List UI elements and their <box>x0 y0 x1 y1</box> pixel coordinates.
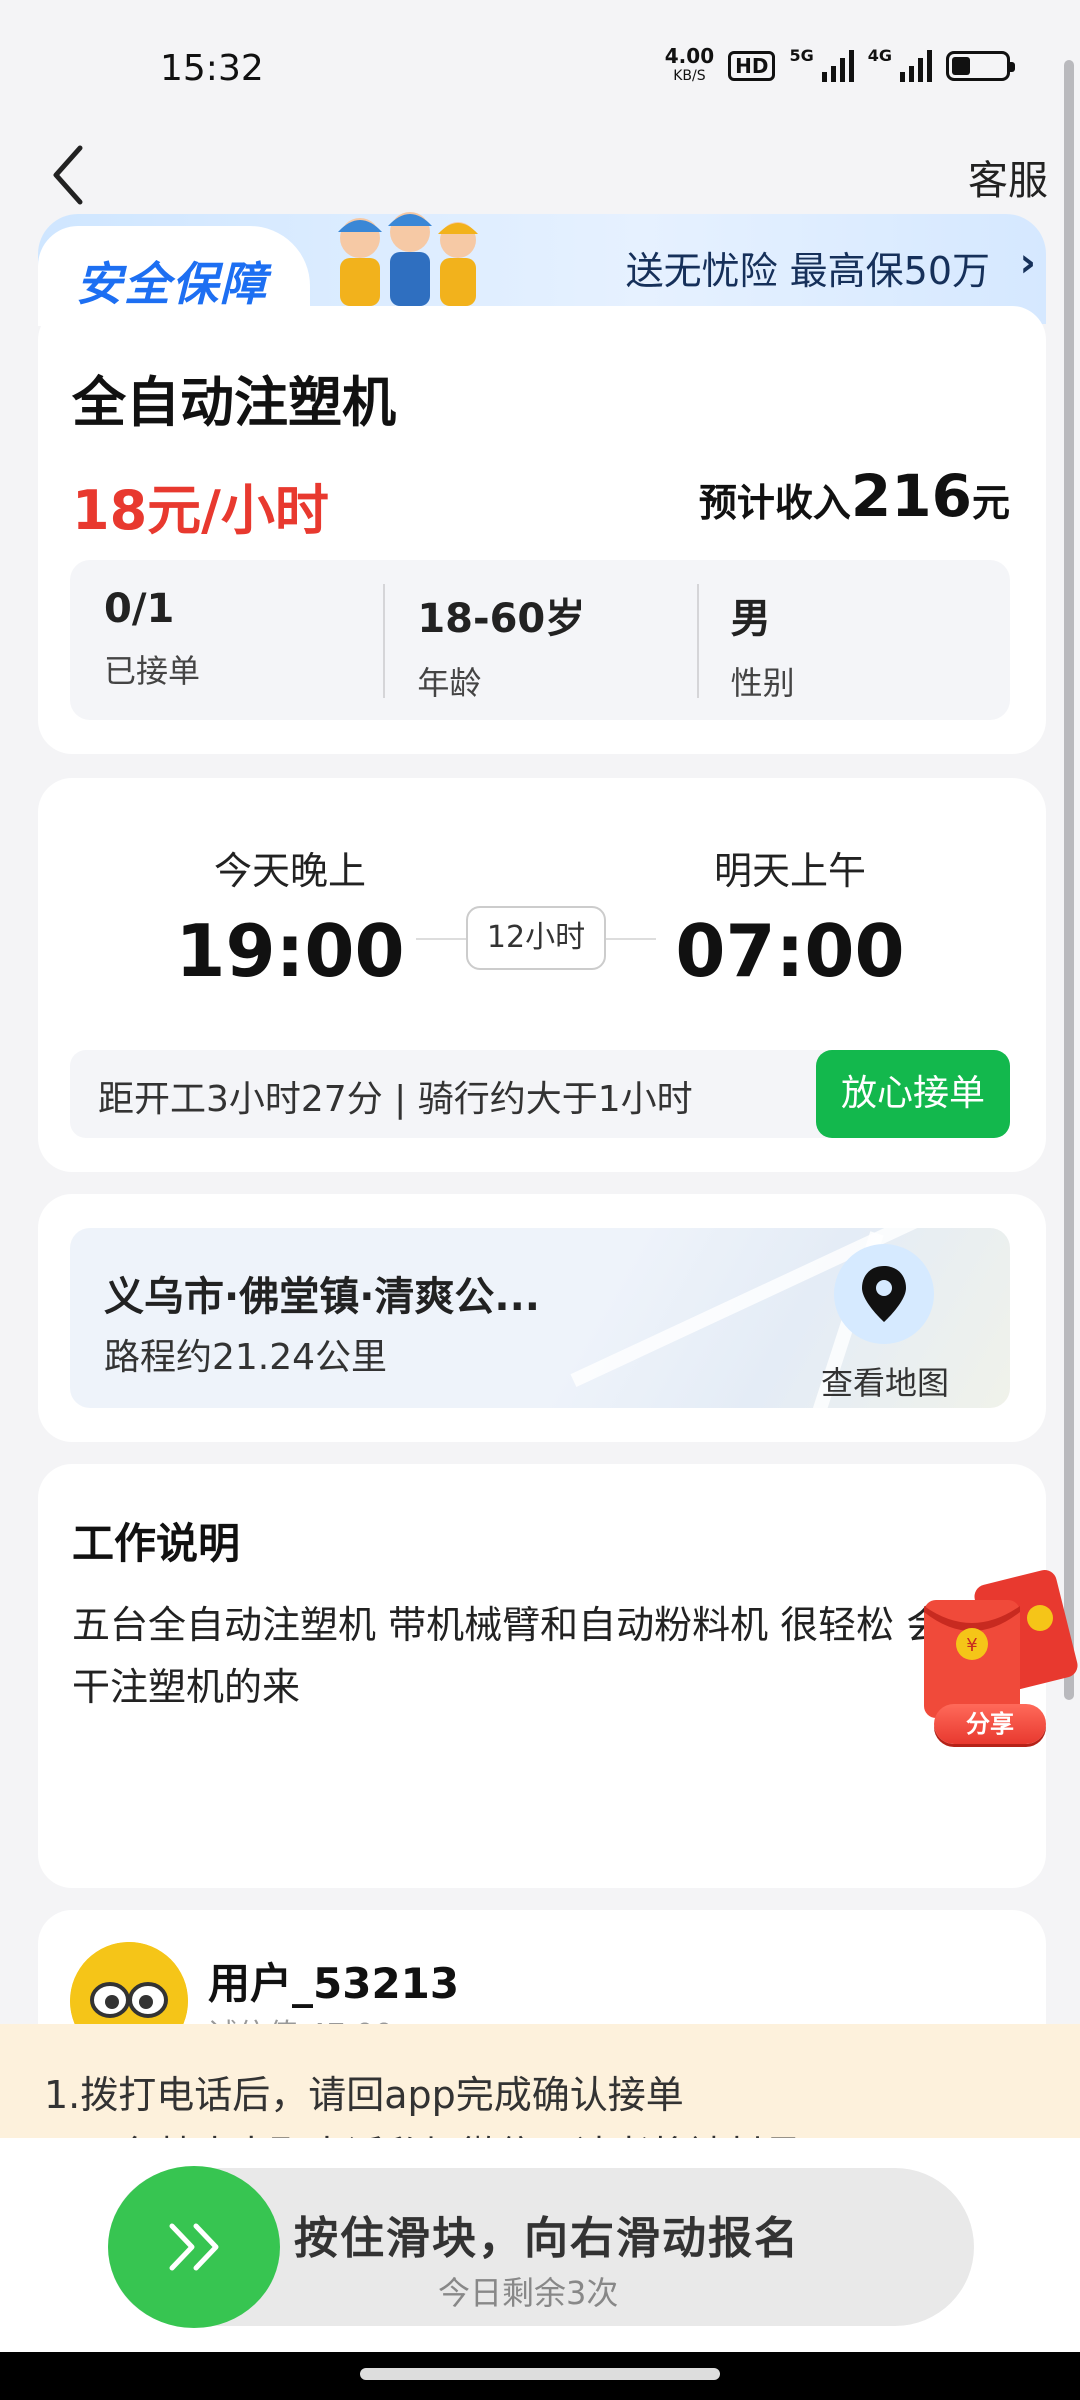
start-label: 今天晚上 <box>213 849 366 893</box>
work-address: 义乌市·佛堂镇·清爽公... <box>104 1274 540 1320</box>
distance-info: 距开工3小时27分 | 骑行约大于1小时 <box>98 1079 693 1120</box>
share-red-packet-button[interactable]: ¥ 分享 <box>914 1566 1080 1756</box>
notice-line: 2.平台禁止索取电话私加微信，请者将被封号 <box>44 2124 802 2138</box>
status-icons: 4.00 KB/S HD 5G 4G <box>664 44 1015 86</box>
estimated-income: 预计收入216元 <box>698 462 1010 530</box>
stat-age: 18-60岁 年龄 <box>383 560 696 720</box>
route-distance: 路程约21.24公里 <box>104 1337 388 1378</box>
duration-badge: 12小时 <box>466 906 606 970</box>
status-time: 15:32 <box>160 48 264 89</box>
network-4g-label: 4G <box>867 46 892 65</box>
hourly-wage: 18元/小时 <box>72 479 329 542</box>
signup-slider[interactable]: 按住滑块，向右滑动报名 今日剩余3次 <box>108 2166 974 2328</box>
stat-orders: 0/1 已接单 <box>104 586 201 690</box>
back-arrow-icon[interactable] <box>44 140 104 210</box>
system-nav-bar <box>0 2352 1080 2400</box>
section-title: 工作说明 <box>72 1519 241 1568</box>
location-pin-icon[interactable] <box>834 1244 934 1344</box>
view-map-button[interactable]: 查看地图 <box>788 1358 982 1404</box>
insurance-text[interactable]: 送无忧险 最高保50万 <box>626 240 990 295</box>
status-bar: 15:32 4.00 KB/S HD 5G 4G <box>0 0 1080 140</box>
home-indicator[interactable] <box>360 2368 720 2380</box>
network-5g-label: 5G <box>789 46 814 65</box>
customer-service-button[interactable]: 客服 <box>968 148 1048 206</box>
slider-subtitle: 今日剩余3次 <box>438 2274 619 2312</box>
signal-icon <box>821 50 854 82</box>
distance-bar: 距开工3小时27分 | 骑行约大于1小时 放心接单 <box>70 1050 1010 1138</box>
accept-order-button[interactable]: 放心接单 <box>816 1050 1010 1138</box>
user-name: 用户_53213 <box>208 1959 460 2008</box>
schedule-card: 今天晚上 19:00 12小时 明天上午 07:00 距开工3小时27分 | 骑… <box>38 778 1046 1172</box>
map-preview[interactable]: 义乌市·佛堂镇·清爽公... 路程约21.24公里 查看地图 <box>70 1228 1010 1408</box>
job-stats: 0/1 已接单 18-60岁 年龄 男 性别 <box>70 560 1010 720</box>
scrollbar[interactable] <box>1064 60 1074 1700</box>
hd-icon: HD <box>728 51 776 81</box>
net-speed: 4.00 KB/S <box>664 44 715 84</box>
work-description-card: 工作说明 五台全自动注塑机 带机械臂和自动粉料机 很轻松 会干注塑机的来 <box>38 1464 1046 1888</box>
battery-icon <box>946 51 1015 81</box>
start-time: 19:00 <box>175 909 405 993</box>
slider-knob[interactable] <box>108 2166 280 2328</box>
slider-title: 按住滑块，向右滑动报名 <box>294 2213 800 2264</box>
chevron-right-icon[interactable]: › <box>1020 240 1036 286</box>
svg-text:¥: ¥ <box>966 1635 977 1656</box>
job-title: 全自动注塑机 <box>72 371 396 434</box>
notice-line: 1.拨打电话后，请回app完成确认接单 <box>44 2073 684 2117</box>
job-info-card: 全自动注塑机 18元/小时 预计收入216元 0/1 已接单 18-60岁 年龄… <box>38 306 1046 754</box>
work-description: 五台全自动注塑机 带机械臂和自动粉料机 很轻松 会干注塑机的来 <box>72 1603 945 1709</box>
share-label: 分享 <box>934 1704 1046 1744</box>
end-time-block: 明天上午 07:00 <box>660 840 920 993</box>
stat-gender: 男 性别 <box>696 560 1010 720</box>
workers-illustration-icon <box>338 212 478 306</box>
safety-banner-title: 安全保障 <box>76 257 268 311</box>
double-chevron-right-icon <box>169 2223 219 2271</box>
end-time: 07:00 <box>675 909 905 993</box>
location-card: 义乌市·佛堂镇·清爽公... 路程约21.24公里 查看地图 <box>38 1194 1046 1442</box>
end-label: 明天上午 <box>713 849 866 893</box>
bottom-action-panel: 按住滑块，向右滑动报名 今日剩余3次 <box>0 2138 1080 2352</box>
start-time-block: 今天晚上 19:00 <box>160 840 420 993</box>
signal-icon-2 <box>900 50 932 82</box>
notice-banner: 1.拨打电话后，请回app完成确认接单 2.平台禁止索取电话私加微信，请者将被封… <box>0 2024 1080 2138</box>
